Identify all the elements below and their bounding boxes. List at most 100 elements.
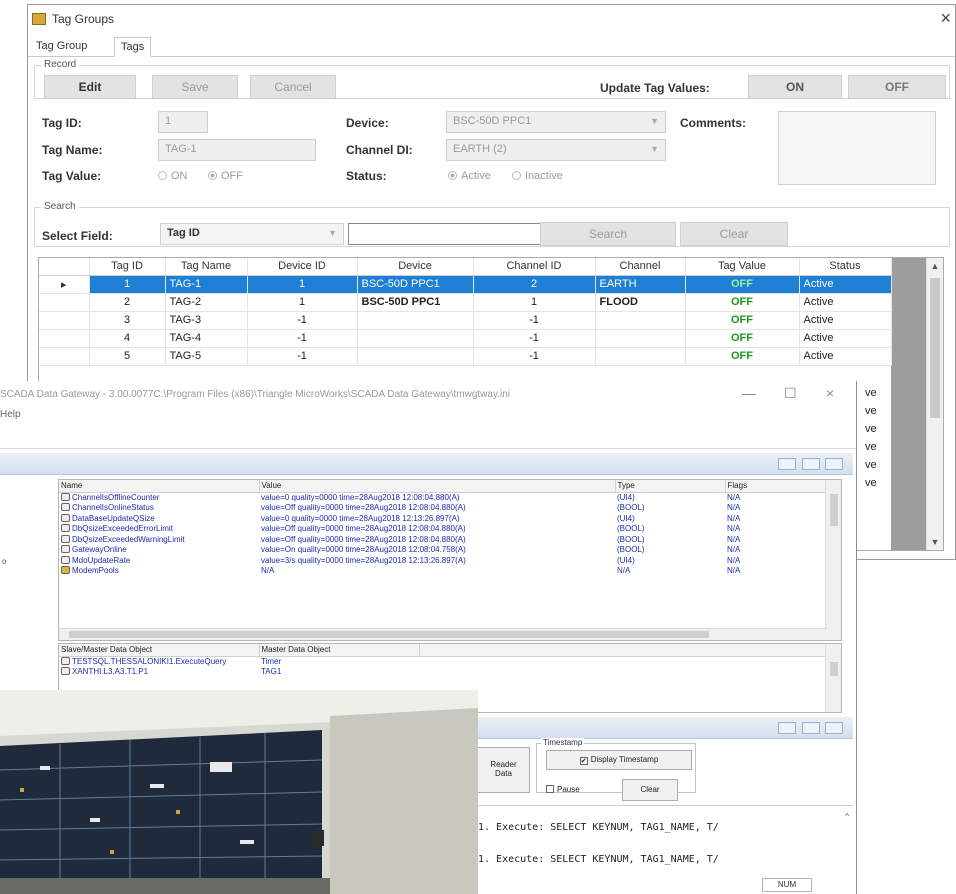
pane-tile-icon[interactable] [801,458,820,470]
checkbox-icon [546,785,554,793]
master-object: TAG1 [261,667,282,677]
pane-maximize-icon[interactable] [825,722,843,734]
column-type[interactable]: Type [615,480,726,493]
point-name: GatewayOnline [72,545,127,555]
tab-tag-group[interactable]: Tag Group [30,37,93,57]
list-item[interactable]: GatewayOnline value=On quality=0000 time=… [59,545,825,556]
column-tag-id[interactable]: Tag ID [89,258,166,276]
list-item[interactable]: ModemPools N/A N/A N/A [59,566,825,577]
cell-channel: EARTH [595,275,686,294]
scroll-thumb[interactable] [830,494,838,526]
table-row[interactable]: 4 TAG-4 -1 -1 OFF Active [39,329,892,348]
point-value: N/A [261,566,275,576]
row-header-column [39,258,90,276]
reader-label: Reader [490,760,517,769]
column-slave-master[interactable]: Slave/Master Data Object [59,644,260,657]
cell-tag-id: 5 [89,347,166,366]
scroll-thumb[interactable] [69,631,709,638]
column-tag-value[interactable]: Tag Value [685,258,800,276]
list-item[interactable]: DbQsizeExceededErrorLimit value=Off quali… [59,524,825,535]
column-value[interactable]: Value [259,480,616,493]
record-legend: Record [41,59,80,70]
comments-field[interactable] [778,111,936,185]
point-value: value=On quality=0000 time=28Aug2018 12:… [261,545,466,555]
pane-window-buttons [777,721,843,739]
point-name: DataBaseUpdateQSize [72,513,155,523]
table-row[interactable]: 2 TAG-2 1 BSC-50D PPC1 1 FLOOD OFF Activ… [39,293,892,312]
point-flags: N/A [727,493,741,502]
scroll-up-icon[interactable]: ^ [845,812,849,821]
tag-value-on-radio[interactable]: ON [158,170,188,182]
display-timestamp-toggle[interactable]: ✔ Display Timestamp [546,750,692,770]
pause-checkbox[interactable]: Pause [546,785,580,794]
grid-vertical-scrollbar[interactable]: ▲ ▼ [926,258,943,550]
channel-dropdown[interactable]: EARTH (2) ▼ [446,139,666,161]
log-clear-button[interactable]: Clear [622,779,678,801]
column-channel-id[interactable]: Channel ID [473,258,596,276]
close-icon[interactable]: × [826,385,834,401]
point-type: (BOOL) [617,524,645,534]
pane-restore-icon[interactable] [778,458,797,470]
update-on-button[interactable]: ON [748,75,842,99]
list-item[interactable]: MdoUpdateRate value=3/s quality=0000 time… [59,555,825,566]
column-name[interactable]: Name [59,480,260,493]
table-row[interactable]: 3 TAG-3 -1 -1 OFF Active [39,311,892,330]
select-field-dropdown[interactable]: Tag ID ▼ [160,223,344,245]
column-flags[interactable]: Flags [725,480,826,493]
list-item[interactable]: ChannelIsOnlineStatus value=Off quality=0… [59,503,825,514]
column-status[interactable]: Status [799,258,892,276]
scroll-thumb[interactable] [930,278,940,418]
list-item[interactable]: XANTHI.L3.A3.T1.P1 TAG1 [59,667,825,678]
tag-icon [61,657,70,665]
point-value: value=3/s quality=0000 time=28Aug2018 12… [261,555,466,565]
column-master[interactable]: Master Data Object [259,644,420,657]
list-item[interactable]: DataBaseUpdateQSize value=0 quality=0000 … [59,513,825,524]
status-inactive-radio[interactable]: Inactive [512,170,563,182]
row-header-cell [39,329,90,348]
list-item[interactable]: DbQsizeExceededWarningLimit value=Off qua… [59,534,825,545]
column-channel[interactable]: Channel [595,258,686,276]
radio-selected-icon [448,171,457,180]
clear-button[interactable]: Clear [680,222,788,246]
column-device[interactable]: Device [357,258,474,276]
maximize-icon[interactable]: ☐ [784,385,797,402]
scroll-thumb[interactable] [830,662,838,676]
edit-button[interactable]: Edit [44,75,136,99]
device-dropdown[interactable]: BSC-50D PPC1 ▼ [446,111,666,133]
menu-help[interactable]: Help [0,409,21,420]
point-flags: N/A [727,513,741,523]
search-button[interactable]: Search [540,222,676,246]
tag-value-off-radio[interactable]: OFF [208,170,243,182]
reader-data-button[interactable]: Reader Data [478,747,530,793]
table-row[interactable]: ▸ 1 TAG-1 1 BSC-50D PPC1 2 EARTH OFF Act… [39,275,892,294]
tag-id-field[interactable]: 1 [158,111,208,133]
status-active-radio[interactable]: Active [448,170,491,182]
update-off-button[interactable]: OFF [848,75,946,99]
points-horizontal-scrollbar[interactable] [59,628,827,640]
pane-maximize-icon[interactable] [825,458,843,470]
status-label: Status: [346,169,387,183]
points-vertical-scrollbar[interactable] [825,480,841,640]
cell-status: Active [799,293,892,312]
tab-tags[interactable]: Tags [114,37,152,57]
mapping-vertical-scrollbar[interactable] [825,644,841,712]
slave-object: TESTSQL.THESSALONIKI1.ExecuteQuery [72,657,227,666]
cell-tag-id: 1 [89,275,166,294]
tag-name-field[interactable]: TAG-1 [158,139,316,161]
table-row[interactable]: 5 TAG-5 -1 -1 OFF Active [39,347,892,366]
column-tag-name[interactable]: Tag Name [165,258,248,276]
search-input[interactable] [348,223,552,245]
close-icon[interactable]: × [940,8,951,28]
cell-tag-id: 3 [89,311,166,330]
minimize-icon[interactable]: — [742,385,756,401]
point-type: (BOOL) [617,503,645,513]
list-item[interactable]: TESTSQL.THESSALONIKI1.ExecuteQuery Timer [59,656,825,667]
scroll-up-icon[interactable]: ▲ [927,258,943,274]
list-item[interactable]: ChannelIsOfflineCounter value=0 quality=0… [59,492,825,503]
column-device-id[interactable]: Device ID [247,258,358,276]
scroll-down-icon[interactable]: ▼ [927,534,943,550]
cancel-button[interactable]: Cancel [250,75,336,99]
pane-tile-icon[interactable] [801,722,820,734]
pane-restore-icon[interactable] [778,722,797,734]
save-button[interactable]: Save [152,75,238,99]
